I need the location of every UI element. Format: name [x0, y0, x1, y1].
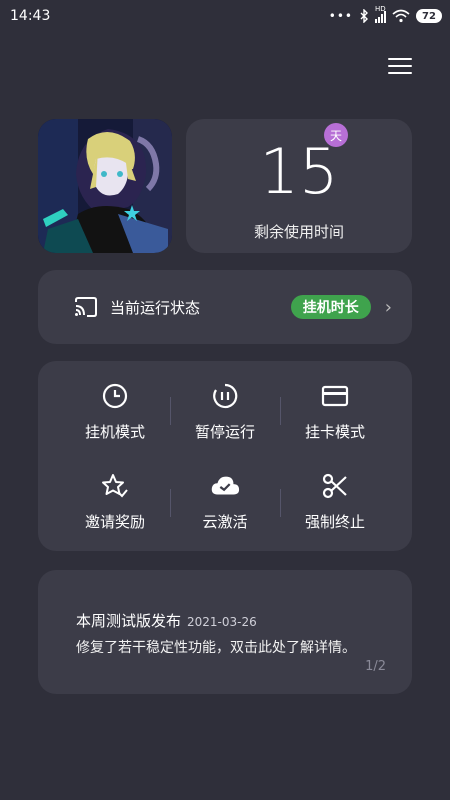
status-icons: ••• HD 72: [328, 5, 442, 23]
notice-card[interactable]: 本周测试版发布 2021-03-26 修复了若干稳定性功能，双击此处了解详情。 1…: [38, 570, 412, 694]
card-icon: [320, 381, 350, 411]
invite-reward-button[interactable]: 邀请奖励: [60, 471, 170, 541]
hamburger-menu-icon[interactable]: [388, 56, 412, 76]
bluetooth-icon: [360, 9, 368, 23]
notice-page-indicator: 1/2: [365, 659, 386, 674]
notice-date: 2021-03-26: [187, 615, 257, 629]
remaining-time-card: 天 15 剩余使用时间: [186, 119, 412, 253]
signal-icon: HD: [375, 5, 386, 23]
run-status-label: 当前运行状态: [110, 298, 201, 317]
invite-reward-label: 邀请奖励: [84, 513, 145, 531]
star-check-icon: [100, 471, 130, 501]
hangup-mode-button[interactable]: 挂机模式: [60, 381, 170, 451]
avatar-image: [38, 119, 172, 253]
status-bar: 14:43 ••• HD 72: [0, 0, 450, 32]
wifi-icon: [392, 9, 410, 23]
notice-header: 本周测试版发布 2021-03-26: [76, 610, 394, 631]
pause-circle-icon: [210, 381, 240, 411]
pause-button[interactable]: 暂停运行: [170, 381, 280, 451]
force-stop-button[interactable]: 强制终止: [280, 471, 390, 541]
day-unit-badge: 天: [324, 123, 348, 147]
status-time: 14:43: [10, 8, 51, 24]
cloud-check-icon: [210, 471, 240, 501]
card-mode-label: 挂卡模式: [304, 423, 365, 441]
notice-title: 本周测试版发布: [76, 612, 182, 630]
action-grid: 挂机模式 暂停运行 挂卡模式 邀请奖励 云激活 强制终止: [38, 361, 412, 551]
force-stop-label: 强制终止: [304, 513, 365, 531]
clock-icon: [100, 381, 130, 411]
pause-label: 暂停运行: [194, 423, 255, 441]
cloud-activate-button[interactable]: 云激活: [170, 471, 280, 541]
run-status-tag: 挂机时长: [290, 295, 371, 319]
remaining-time-label: 剩余使用时间: [253, 222, 344, 241]
cloud-activate-label: 云激活: [202, 513, 248, 531]
signal-hd-text: HD: [375, 5, 386, 13]
card-mode-button[interactable]: 挂卡模式: [280, 381, 390, 451]
cast-icon: [75, 297, 97, 317]
run-status-card[interactable]: 当前运行状态 挂机时长 ›: [38, 270, 412, 344]
avatar[interactable]: [38, 119, 172, 253]
notice-body: 修复了若干稳定性功能，双击此处了解详情。: [76, 640, 356, 656]
more-dots-icon: •••: [328, 9, 353, 23]
hangup-mode-label: 挂机模式: [84, 423, 145, 441]
chevron-right-icon: ›: [384, 296, 392, 318]
scissors-icon: [320, 471, 350, 501]
battery-indicator: 72: [416, 9, 442, 23]
remaining-days-value: 15: [259, 134, 339, 208]
